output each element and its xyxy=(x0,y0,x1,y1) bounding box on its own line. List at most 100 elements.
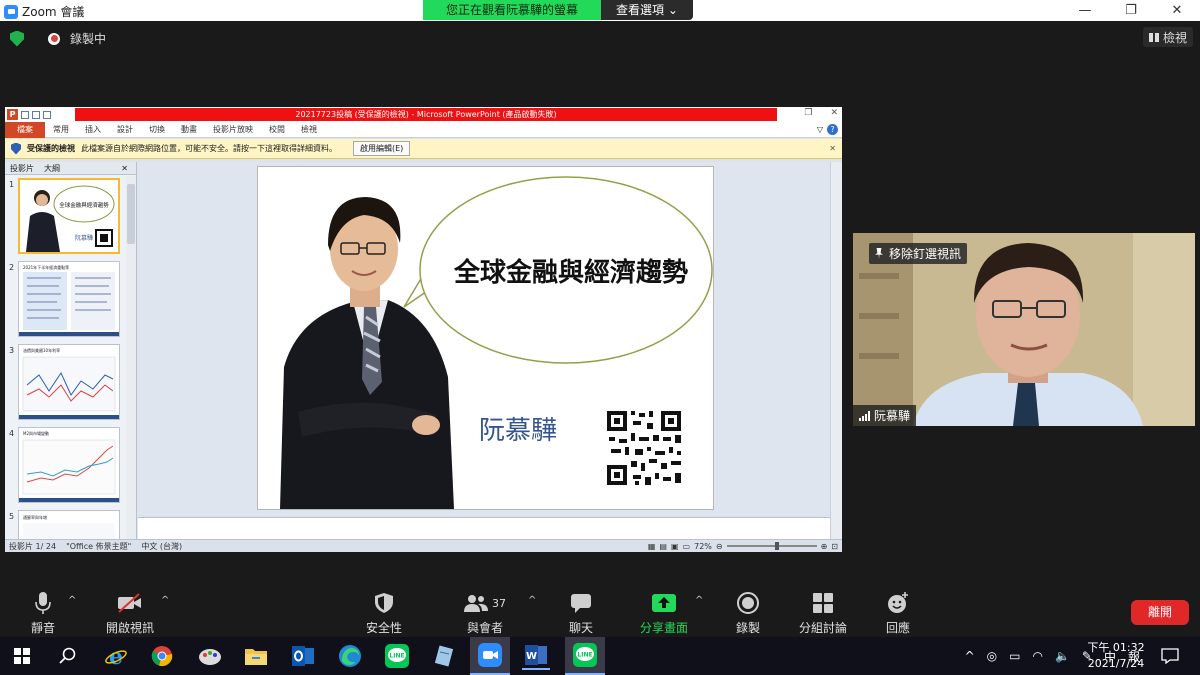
tab-design[interactable]: 設計 xyxy=(109,124,141,135)
minimize-button[interactable]: — xyxy=(1062,0,1108,21)
tab-insert[interactable]: 插入 xyxy=(77,124,109,135)
breakout-rooms-button[interactable]: 分組討論 xyxy=(791,591,855,636)
thumbnail-2-art: 2021年下半年經濟重點等 xyxy=(19,264,119,336)
chrome-icon[interactable] xyxy=(148,642,176,670)
gallery-view-label: 檢視 xyxy=(1162,30,1187,45)
pinned-video[interactable]: 移除釘選視訊 阮慕驊 xyxy=(853,233,1195,426)
normal-view-icon[interactable]: ▦ xyxy=(648,542,656,551)
notification-icon[interactable] xyxy=(1156,642,1184,670)
slide-thumbnail[interactable]: 3 油價與美國10年利率 xyxy=(5,344,125,424)
share-options-chevron-icon[interactable]: ^ xyxy=(695,595,703,606)
mute-button[interactable]: 靜音 xyxy=(11,591,75,636)
tab-file[interactable]: 檔案 xyxy=(5,121,45,138)
tab-home[interactable]: 常用 xyxy=(45,124,77,135)
participants-chevron-icon[interactable]: ^ xyxy=(528,595,536,606)
participants-icon: 37 xyxy=(450,591,520,615)
close-pane-icon[interactable]: ✕ xyxy=(116,164,133,173)
slideshow-icon[interactable]: ▭ xyxy=(683,542,691,551)
paint-app-icon[interactable] xyxy=(196,642,224,670)
word-icon[interactable]: W xyxy=(522,642,550,670)
tab-transitions[interactable]: 切換 xyxy=(141,124,173,135)
close-window-button[interactable]: ✕ xyxy=(1154,0,1200,21)
internet-explorer-icon[interactable]: e xyxy=(102,642,130,670)
tray-app-icon[interactable]: ◎ xyxy=(987,649,997,663)
file-explorer-icon[interactable] xyxy=(242,642,270,670)
zoom-level[interactable]: 72% xyxy=(694,542,712,551)
slide-thumbnail[interactable]: 2 2021年下半年經濟重點等 xyxy=(5,261,125,341)
security-shield-icon xyxy=(352,591,416,615)
show-hidden-icons-icon[interactable]: ^ xyxy=(965,649,975,663)
breakout-rooms-icon xyxy=(791,591,855,615)
windows-start-icon[interactable] xyxy=(8,642,36,670)
tab-slides[interactable]: 投影片 xyxy=(5,163,39,174)
unpin-video-label: 移除釘選視訊 xyxy=(889,247,962,261)
tab-outline[interactable]: 大綱 xyxy=(39,163,65,174)
enable-editing-button[interactable]: 啟用編輯(E) xyxy=(353,141,411,156)
volume-icon[interactable]: 🔈 xyxy=(1055,649,1070,663)
slide-vertical-scrollbar[interactable] xyxy=(830,162,842,540)
chat-icon xyxy=(549,591,613,615)
edge-icon[interactable] xyxy=(336,642,364,670)
security-button[interactable]: 安全性 xyxy=(352,591,416,636)
zoom-taskbar-icon[interactable] xyxy=(470,637,510,675)
mute-label: 靜音 xyxy=(30,621,55,635)
recording-icon xyxy=(48,32,60,45)
save-icon[interactable] xyxy=(21,110,29,119)
slide-sorter-icon[interactable]: ▤ xyxy=(659,542,667,551)
scrollbar-thumb[interactable] xyxy=(127,184,135,244)
view-options-button[interactable]: 查看選項 ⌄ xyxy=(601,0,693,20)
reading-view-icon[interactable]: ▣ xyxy=(671,542,679,551)
audio-options-chevron-icon[interactable]: ^ xyxy=(68,595,76,606)
undo-icon[interactable] xyxy=(32,110,40,119)
thumbnail-name: 阮慕驊 xyxy=(75,234,93,242)
start-video-button[interactable]: 開啟視訊 xyxy=(98,591,162,636)
presenter-name: 阮慕驊 xyxy=(479,416,557,446)
slide-thumbnail[interactable]: 4 M2與市場變動 xyxy=(5,427,125,507)
thumbnails-scrollbar[interactable] xyxy=(126,176,136,540)
current-slide[interactable]: 全球金融與經濟趨勢 阮慕驊 xyxy=(258,167,713,509)
notepad-app-icon[interactable] xyxy=(430,642,458,670)
gallery-view-button[interactable]: 檢視 xyxy=(1143,27,1193,47)
slide-thumbnails-pane: 投影片 大綱 ✕ 1 全球金融與經濟趨勢 阮慕驊 2 2021年下半年經濟重點等… xyxy=(5,162,137,540)
tab-view[interactable]: 檢視 xyxy=(293,124,325,135)
line-app-icon[interactable]: LINE xyxy=(383,642,411,670)
notes-pane[interactable] xyxy=(138,517,830,540)
slide-thumbnail[interactable]: 1 全球金融與經濟趨勢 阮慕驊 xyxy=(5,178,125,258)
slide-title: 全球金融與經濟趨勢 xyxy=(453,257,688,288)
leave-meeting-button[interactable]: 離開 xyxy=(1131,600,1189,625)
line-taskbar-active-icon[interactable]: LINE xyxy=(565,637,605,675)
qr-code-image[interactable] xyxy=(605,409,683,487)
fit-slide-icon[interactable]: ⊡ xyxy=(831,542,838,551)
wifi-icon[interactable]: ◠ xyxy=(1032,649,1042,663)
system-clock[interactable]: 下午 01:32 2021/7/24 xyxy=(1086,640,1146,672)
video-options-chevron-icon[interactable]: ^ xyxy=(161,595,169,606)
close-bar-icon[interactable]: ✕ xyxy=(829,144,836,153)
thumbnail-image: 2021年下半年經濟重點等 xyxy=(18,261,120,337)
search-icon[interactable] xyxy=(54,642,82,670)
battery-icon[interactable]: ▭ xyxy=(1009,649,1020,663)
encryption-shield-icon[interactable] xyxy=(10,30,24,47)
outlook-icon[interactable] xyxy=(289,642,317,670)
chat-button[interactable]: 聊天 xyxy=(549,591,613,636)
tab-slideshow[interactable]: 投影片放映 xyxy=(205,124,261,135)
record-button[interactable]: 錄製 xyxy=(716,591,780,636)
thumbnail-title: 油價與美國10年利率 xyxy=(23,347,60,353)
help-icon[interactable]: ? xyxy=(827,124,838,135)
zoom-slider[interactable] xyxy=(726,542,817,550)
tab-animations[interactable]: 動畫 xyxy=(173,124,205,135)
tab-review[interactable]: 校閱 xyxy=(261,124,293,135)
reactions-button[interactable]: 回應 xyxy=(866,591,930,636)
zoom-in-icon[interactable]: ⊕ xyxy=(821,542,828,551)
protected-view-message[interactable]: 此檔案源自於網際網路位置，可能不安全。請按一下這裡取得詳細資料。 xyxy=(81,143,337,154)
redo-icon[interactable] xyxy=(43,110,51,119)
participants-button[interactable]: 37 與會者 xyxy=(450,591,520,636)
ribbon-collapse-icon[interactable]: ▽ xyxy=(817,125,823,134)
ppt-close-icon[interactable]: ✕ xyxy=(830,108,838,118)
slide-editing-area: 全球金融與經濟趨勢 阮慕驊 xyxy=(138,162,830,515)
shared-powerpoint-window: P 20217723投稿 (受保護的檢視) - Microsoft PowerP… xyxy=(5,107,842,552)
share-screen-button[interactable]: 分享畫面 xyxy=(632,591,696,636)
unpin-video-button[interactable]: 移除釘選視訊 xyxy=(869,243,968,264)
zoom-out-icon[interactable]: ⊖ xyxy=(716,542,723,551)
maximize-button[interactable]: ❐ xyxy=(1108,0,1154,21)
ppt-restore-icon[interactable]: ❐ xyxy=(804,108,812,118)
